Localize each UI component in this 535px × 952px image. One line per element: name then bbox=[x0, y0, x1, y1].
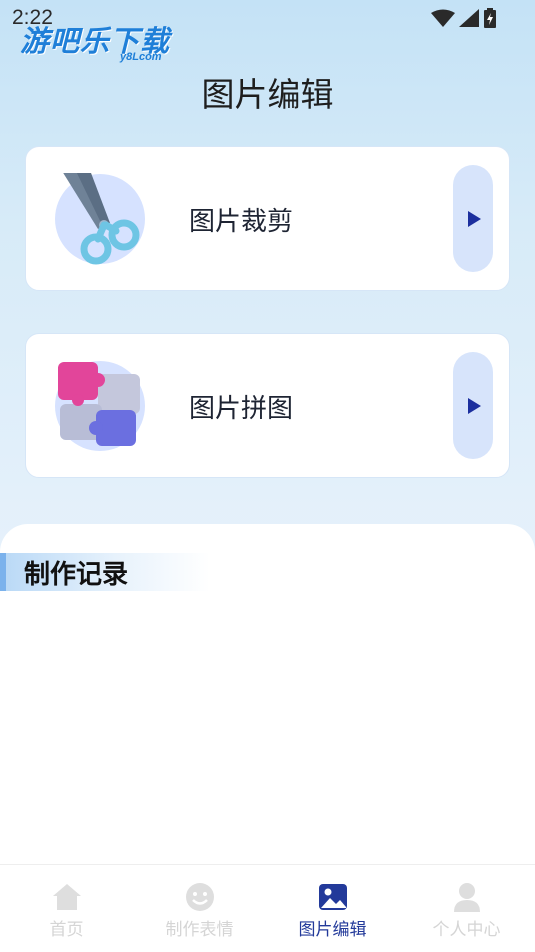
tab-home[interactable]: 首页 bbox=[0, 865, 133, 952]
tab-image-edit[interactable]: 图片编辑 bbox=[266, 865, 399, 952]
tab-make-emoji-label: 制作表情 bbox=[165, 920, 234, 940]
wifi-icon bbox=[431, 9, 455, 27]
play-arrow-icon bbox=[468, 210, 481, 227]
records-title-accent bbox=[0, 553, 6, 591]
tab-make-emoji[interactable]: 制作表情 bbox=[133, 865, 266, 952]
collage-card-label: 图片拼图 bbox=[189, 394, 294, 424]
person-icon bbox=[453, 883, 480, 912]
bottom-tab-bar: 首页 制作表情 图片编辑 个人中心 bbox=[0, 864, 535, 952]
image-icon bbox=[318, 884, 347, 910]
page-title: 图片编辑 bbox=[201, 75, 334, 114]
home-icon bbox=[52, 884, 81, 910]
status-icons bbox=[431, 8, 497, 28]
watermark-logo: 游吧乐下载 y8Lcom bbox=[18, 18, 188, 66]
crop-arrow-button[interactable] bbox=[453, 165, 493, 272]
scissors-icon bbox=[54, 165, 146, 265]
crop-card-label: 图片裁剪 bbox=[189, 207, 294, 237]
crop-card[interactable]: 图片裁剪 bbox=[25, 146, 510, 291]
smiley-icon bbox=[185, 883, 214, 911]
signal-icon bbox=[459, 9, 479, 27]
collage-arrow-button[interactable] bbox=[453, 352, 493, 459]
play-arrow-icon bbox=[468, 397, 481, 414]
battery-icon bbox=[484, 8, 496, 28]
collage-card[interactable]: 图片拼图 bbox=[25, 333, 510, 478]
tab-image-edit-label: 图片编辑 bbox=[298, 920, 367, 940]
records-title: 制作记录 bbox=[24, 560, 129, 590]
watermark-subtitle: y8Lcom bbox=[120, 51, 162, 63]
puzzle-icon bbox=[54, 360, 146, 452]
tab-home-label: 首页 bbox=[49, 920, 84, 940]
tab-profile-label: 个人中心 bbox=[432, 920, 501, 940]
records-panel: 制作记录 bbox=[0, 524, 535, 864]
tab-profile[interactable]: 个人中心 bbox=[400, 865, 533, 952]
